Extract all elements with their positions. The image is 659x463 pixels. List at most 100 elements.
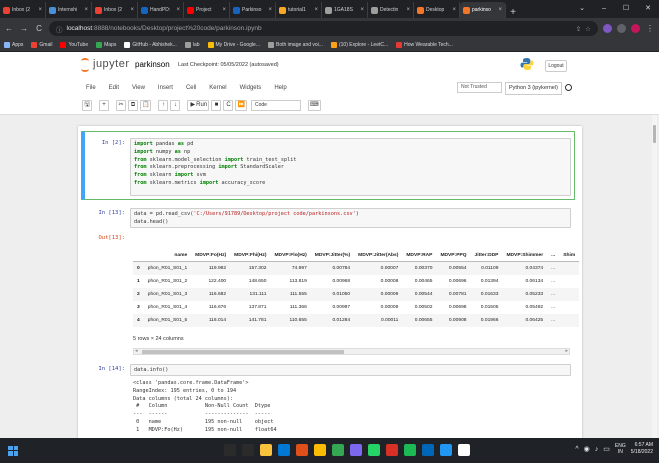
extension-icon[interactable] bbox=[603, 24, 612, 33]
forward-button[interactable]: → bbox=[19, 24, 29, 33]
minimize-button[interactable]: – bbox=[593, 0, 615, 18]
taskbar-app-icon[interactable] bbox=[242, 444, 254, 456]
paste-icon[interactable]: 📋 bbox=[140, 99, 152, 111]
share-icon[interactable]: ⇪ bbox=[576, 25, 581, 33]
scrollbar-thumb[interactable] bbox=[142, 350, 344, 354]
maximize-button[interactable]: ☐ bbox=[615, 0, 637, 18]
browser-tab[interactable]: Detectin × bbox=[368, 2, 414, 18]
bookmark-item[interactable]: (10) Explore - LeetC... bbox=[330, 42, 388, 48]
browser-tab[interactable]: 1GA18S × bbox=[322, 2, 368, 18]
jupyter-logo[interactable]: jupyter bbox=[80, 57, 130, 72]
language-indicator[interactable]: ENG IN bbox=[615, 443, 626, 455]
browser-tab[interactable]: Project × bbox=[184, 2, 230, 18]
bookmark-star-icon[interactable]: ☆ bbox=[585, 25, 591, 33]
browser-menu-icon[interactable]: ⋮ bbox=[645, 24, 655, 33]
network-icon[interactable]: ◉ bbox=[584, 445, 590, 453]
browser-tab[interactable]: tutorial1 × bbox=[276, 2, 322, 18]
tab-close-icon[interactable]: × bbox=[406, 7, 410, 13]
puzzle-extensions-icon[interactable] bbox=[617, 24, 626, 33]
tab-close-icon[interactable]: × bbox=[452, 7, 456, 13]
volume-icon[interactable]: ♪ bbox=[595, 446, 599, 453]
tab-close-icon[interactable]: × bbox=[176, 7, 180, 13]
cell-type-select[interactable]: Code bbox=[250, 99, 301, 111]
cut-icon[interactable]: ✂ bbox=[116, 99, 126, 111]
browser-tab[interactable]: parkinso × bbox=[460, 2, 506, 18]
windows-start-icon[interactable] bbox=[8, 445, 18, 456]
notebook-name[interactable]: parkinson bbox=[135, 60, 170, 69]
run-button[interactable]: ▶ Run bbox=[187, 99, 210, 111]
taskbar-app-icon[interactable] bbox=[440, 444, 452, 456]
command-palette-icon[interactable]: ⌨ bbox=[307, 99, 321, 111]
taskbar-app-icon[interactable] bbox=[332, 444, 344, 456]
tab-close-icon[interactable]: × bbox=[38, 7, 42, 13]
browser-tab[interactable]: Internshi × bbox=[46, 2, 92, 18]
close-window-button[interactable]: ✕ bbox=[637, 0, 659, 18]
url-field[interactable]: ⓘ localhost:8888/notebooks/Desktop/proje… bbox=[49, 21, 598, 36]
bookmark-item[interactable]: How Wearable Tech... bbox=[396, 42, 453, 48]
save-icon[interactable]: 🖫 bbox=[82, 99, 92, 111]
notebook-area[interactable]: In [2]: import pandas as pd import numpy … bbox=[0, 115, 659, 438]
bookmark-item[interactable]: lab bbox=[184, 42, 200, 48]
bookmark-item[interactable]: Gmail bbox=[31, 42, 52, 48]
bookmark-item[interactable]: Maps bbox=[96, 42, 116, 48]
move-down-button[interactable]: ↓ bbox=[170, 99, 181, 111]
restart-run-all-button[interactable]: ⏩ bbox=[235, 99, 247, 111]
menu-view[interactable]: View bbox=[132, 85, 145, 91]
bookmark-item[interactable]: GitHub - Abhishek... bbox=[124, 42, 177, 48]
bookmark-item[interactable]: Apps bbox=[4, 42, 23, 48]
menu-file[interactable]: File bbox=[86, 85, 96, 91]
tab-close-icon[interactable]: × bbox=[84, 7, 88, 13]
new-tab-button[interactable]: + bbox=[506, 7, 520, 18]
tab-close-icon[interactable]: × bbox=[130, 7, 134, 13]
taskbar-app-icon[interactable] bbox=[404, 444, 416, 456]
taskbar-app-icon[interactable] bbox=[296, 444, 308, 456]
bookmark-item[interactable]: Both image and voi... bbox=[267, 42, 323, 48]
tray-overflow-icon[interactable]: ^ bbox=[575, 446, 578, 453]
taskbar-app-icon[interactable] bbox=[350, 444, 362, 456]
interrupt-kernel-button[interactable]: ■ bbox=[211, 99, 222, 111]
menu-kernel[interactable]: Kernel bbox=[209, 85, 226, 91]
browser-tab[interactable]: Parkinso × bbox=[230, 2, 276, 18]
bookmark-item[interactable]: My Drive - Google... bbox=[207, 42, 260, 48]
code-input-imports[interactable]: import pandas as pd import numpy as np fro… bbox=[130, 138, 571, 196]
tab-close-icon[interactable]: × bbox=[268, 7, 272, 13]
restart-kernel-button[interactable]: C bbox=[223, 99, 234, 111]
scrollbar-thumb[interactable] bbox=[653, 125, 656, 143]
bookmark-item[interactable]: YouTube bbox=[60, 42, 88, 48]
menu-help[interactable]: Help bbox=[274, 85, 286, 91]
browser-tab[interactable]: HandPD: × bbox=[138, 2, 184, 18]
logout-button[interactable]: Logout bbox=[545, 60, 567, 72]
insert-cell-button[interactable]: + bbox=[99, 99, 109, 111]
browser-tab[interactable]: Desktop × bbox=[414, 2, 460, 18]
menu-widgets[interactable]: Widgets bbox=[240, 85, 262, 91]
taskbar-app-icon[interactable] bbox=[314, 444, 326, 456]
reload-button[interactable]: C bbox=[34, 24, 44, 33]
battery-icon[interactable]: ▭ bbox=[603, 445, 610, 453]
page-vertical-scrollbar[interactable] bbox=[652, 115, 657, 438]
menu-edit[interactable]: Edit bbox=[109, 85, 119, 91]
move-up-button[interactable]: ↑ bbox=[158, 99, 169, 111]
tab-search-chevron-icon[interactable]: ⌄ bbox=[571, 0, 593, 18]
tab-close-icon[interactable]: × bbox=[222, 7, 226, 13]
output-horizontal-scrollbar[interactable]: ◂ ▸ bbox=[133, 348, 570, 355]
browser-tab[interactable]: Inbox (2 × bbox=[0, 2, 46, 18]
browser-tab[interactable]: Inbox (2 × bbox=[92, 2, 138, 18]
taskbar-app-icon[interactable] bbox=[386, 444, 398, 456]
copy-icon[interactable]: ⧉ bbox=[128, 99, 138, 111]
code-input-info[interactable]: data.info() bbox=[130, 364, 571, 376]
back-button[interactable]: ← bbox=[4, 24, 14, 33]
taskbar-app-icon[interactable] bbox=[458, 444, 470, 456]
tab-close-icon[interactable]: × bbox=[360, 7, 364, 13]
scroll-right-icon[interactable]: ▸ bbox=[565, 348, 568, 354]
clock[interactable]: 6:57 AM 5/18/2022 bbox=[631, 442, 653, 456]
taskbar-app-icon[interactable] bbox=[368, 444, 380, 456]
taskbar-app-icon[interactable] bbox=[422, 444, 434, 456]
trusted-indicator[interactable]: Not Trusted bbox=[457, 82, 502, 93]
menu-cell[interactable]: Cell bbox=[186, 85, 196, 91]
profile-avatar[interactable] bbox=[631, 24, 640, 33]
tab-close-icon[interactable]: × bbox=[498, 7, 502, 13]
code-input-read-csv[interactable]: data = pd.read_csv('C:/Users/91789/Deskt… bbox=[130, 208, 571, 228]
menu-insert[interactable]: Insert bbox=[158, 85, 173, 91]
scroll-left-icon[interactable]: ◂ bbox=[135, 348, 138, 354]
taskbar-app-icon[interactable] bbox=[278, 444, 290, 456]
